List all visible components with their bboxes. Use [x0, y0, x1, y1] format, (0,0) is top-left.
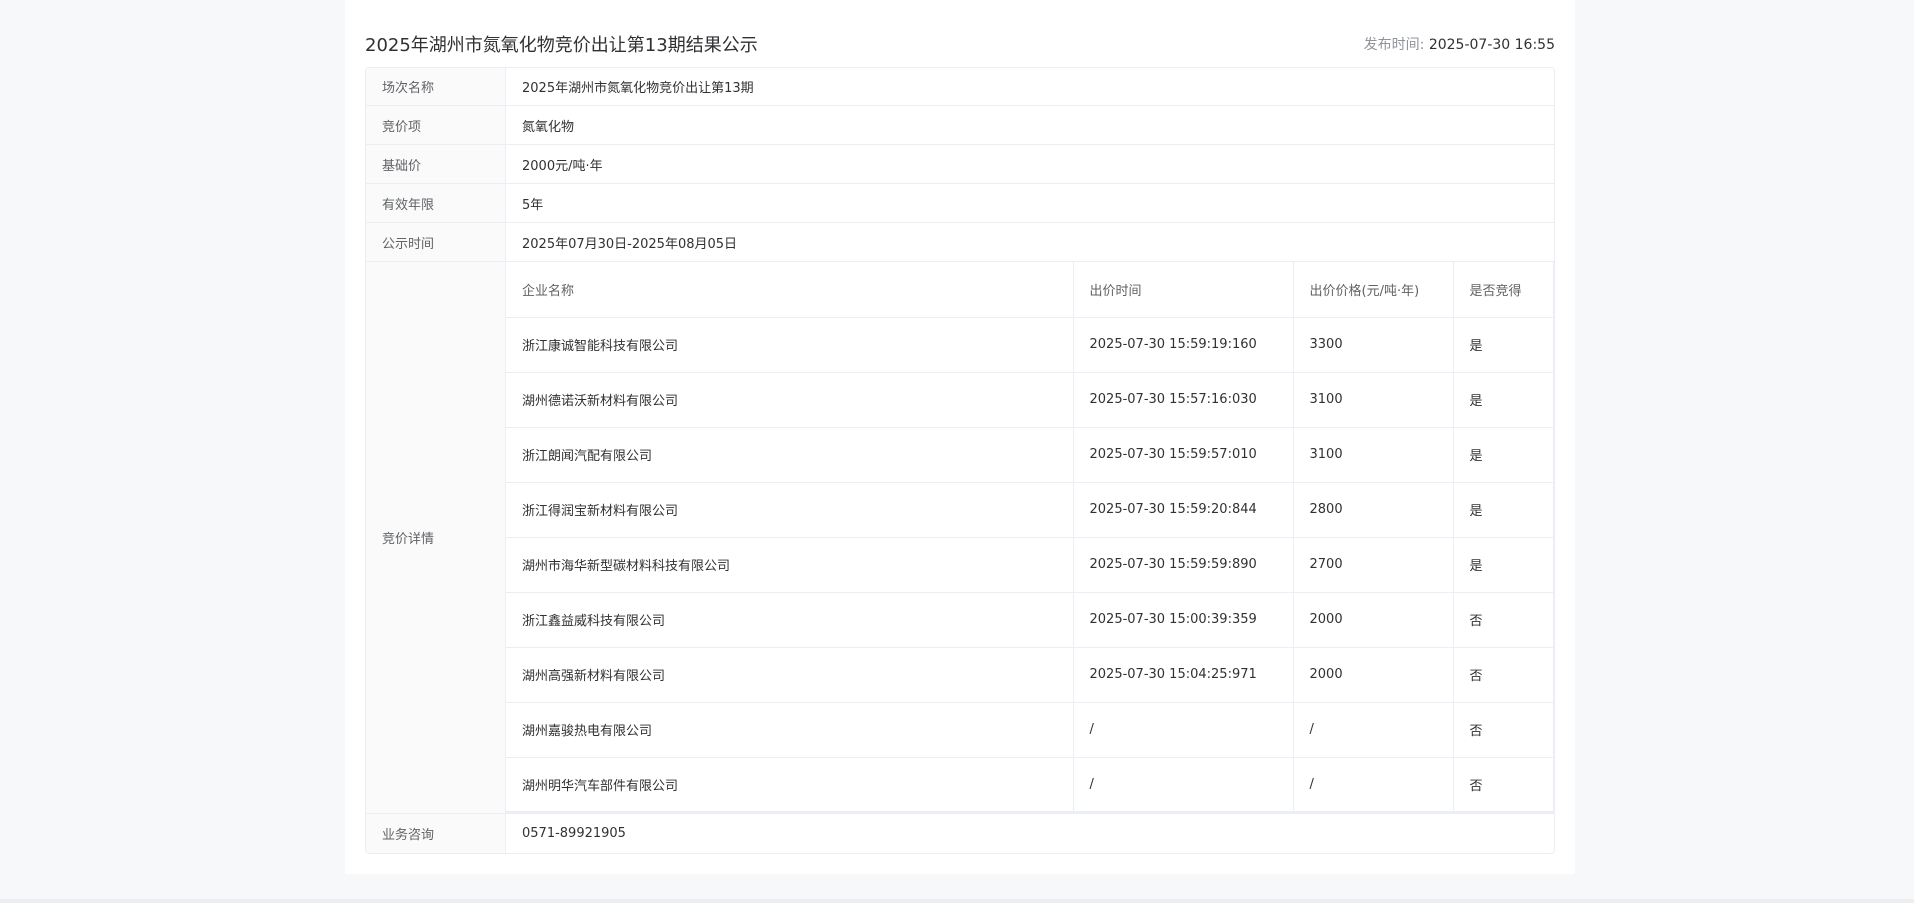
company-name: 湖州市海华新型碳材料科技有限公司: [506, 537, 1074, 593]
won-status: 是: [1453, 537, 1554, 593]
bid-time: 2025-07-30 15:59:59:890: [1073, 537, 1294, 593]
company-name: 湖州嘉骏热电有限公司: [506, 702, 1074, 758]
validity-value: 5年: [522, 197, 544, 213]
publish-info: 发布时间: 2025-07-30 16:55: [1364, 34, 1555, 54]
company-name: 浙江得润宝新材料有限公司: [506, 482, 1074, 538]
session-value: 2025年湖州市氮氧化物竞价出让第13期: [522, 81, 754, 96]
consult-value: 0571-89921905: [522, 826, 626, 841]
base-price-label: 基础价: [366, 145, 506, 183]
bid-details-container: 企业名称 出价时间 出价价格(元/吨·年) 是否竞得 浙江康诚智能科技有限公司 …: [506, 262, 1554, 813]
bid-price: 2000: [1293, 592, 1454, 648]
won-status: 否: [1453, 757, 1554, 813]
bid-table: 企业名称 出价时间 出价价格(元/吨·年) 是否竞得 浙江康诚智能科技有限公司 …: [506, 262, 1554, 813]
bid-price: 2000: [1293, 647, 1454, 703]
row-session: 场次名称 2025年湖州市氮氧化物竞价出让第13期: [366, 68, 1554, 106]
bid-price: 2700: [1293, 537, 1454, 593]
table-row: 浙江康诚智能科技有限公司 2025-07-30 15:59:19:160 330…: [506, 317, 1554, 373]
table-row: 湖州嘉骏热电有限公司 / / 否: [506, 702, 1554, 758]
won-status: 是: [1453, 372, 1554, 428]
validity-label: 有效年限: [366, 184, 506, 222]
page-title: 2025年湖州市氮氧化物竞价出让第13期结果公示: [365, 35, 758, 56]
table-row: 浙江朗闻汽配有限公司 2025-07-30 15:59:57:010 3100 …: [506, 427, 1554, 483]
bid-price: 2800: [1293, 482, 1454, 538]
col-header-won: 是否竞得: [1453, 262, 1554, 318]
footer-divider: [0, 899, 1914, 903]
item-label: 竞价项: [366, 106, 506, 144]
row-consult: 业务咨询 0571-89921905: [366, 814, 1554, 853]
row-validity: 有效年限 5年: [366, 184, 1554, 223]
col-header-company: 企业名称: [506, 262, 1074, 318]
public-period-label: 公示时间: [366, 223, 506, 261]
bid-time: 2025-07-30 15:04:25:971: [1073, 647, 1294, 703]
bid-price: 3100: [1293, 427, 1454, 483]
notice-header: 2025年湖州市氮氧化物竞价出让第13期结果公示 发布时间: 2025-07-3…: [365, 30, 1555, 58]
bid-time: 2025-07-30 15:59:20:844: [1073, 482, 1294, 538]
consult-label: 业务咨询: [366, 814, 506, 853]
col-header-bid-price: 出价价格(元/吨·年): [1293, 262, 1454, 318]
bid-time: /: [1073, 702, 1294, 758]
bid-time: 2025-07-30 15:57:16:030: [1073, 372, 1294, 428]
won-status: 否: [1453, 592, 1554, 648]
won-status: 是: [1453, 427, 1554, 483]
bid-price: /: [1293, 757, 1454, 813]
bid-time: 2025-07-30 15:00:39:359: [1073, 592, 1294, 648]
row-bid-details: 竞价详情 企业名称 出价时间 出价价格(元/吨·年) 是否竞得 浙江康诚智能科技…: [366, 262, 1554, 814]
company-name: 湖州高强新材料有限公司: [506, 647, 1074, 703]
bid-details-label: 竞价详情: [366, 262, 506, 813]
bid-price: /: [1293, 702, 1454, 758]
col-header-bid-time: 出价时间: [1073, 262, 1294, 318]
table-row: 湖州市海华新型碳材料科技有限公司 2025-07-30 15:59:59:890…: [506, 537, 1554, 593]
table-row: 湖州明华汽车部件有限公司 / / 否: [506, 757, 1554, 813]
result-info-table: 场次名称 2025年湖州市氮氧化物竞价出让第13期 竞价项 氮氧化物 基础价 2…: [365, 67, 1555, 854]
bid-table-header-row: 企业名称 出价时间 出价价格(元/吨·年) 是否竞得: [506, 262, 1554, 318]
won-status: 否: [1453, 647, 1554, 703]
table-row: 湖州高强新材料有限公司 2025-07-30 15:04:25:971 2000…: [506, 647, 1554, 703]
notice-panel: 2025年湖州市氮氧化物竞价出让第13期结果公示 发布时间: 2025-07-3…: [345, 0, 1575, 874]
company-name: 浙江康诚智能科技有限公司: [506, 317, 1074, 373]
bid-price: 3300: [1293, 317, 1454, 373]
won-status: 否: [1453, 702, 1554, 758]
item-value: 氮氧化物: [522, 119, 575, 135]
won-status: 是: [1453, 482, 1554, 538]
company-name: 浙江鑫益威科技有限公司: [506, 592, 1074, 648]
row-item: 竞价项 氮氧化物: [366, 106, 1554, 145]
bid-time: 2025-07-30 15:59:19:160: [1073, 317, 1294, 373]
publish-time-label: 发布时间:: [1363, 37, 1425, 53]
table-row: 浙江鑫益威科技有限公司 2025-07-30 15:00:39:359 2000…: [506, 592, 1554, 648]
row-public-period: 公示时间 2025年07月30日-2025年08月05日: [366, 223, 1554, 262]
company-name: 湖州明华汽车部件有限公司: [506, 757, 1074, 813]
table-row: 湖州德诺沃新材料有限公司 2025-07-30 15:57:16:030 310…: [506, 372, 1554, 428]
base-price-value: 2000元/吨·年: [522, 158, 603, 174]
publish-time-value: 2025-07-30 16:55: [1428, 37, 1555, 53]
row-base-price: 基础价 2000元/吨·年: [366, 145, 1554, 184]
company-name: 浙江朗闻汽配有限公司: [506, 427, 1074, 483]
table-row: 浙江得润宝新材料有限公司 2025-07-30 15:59:20:844 280…: [506, 482, 1554, 538]
bid-time: 2025-07-30 15:59:57:010: [1073, 427, 1294, 483]
bid-time: /: [1073, 757, 1294, 813]
session-label: 场次名称: [366, 68, 506, 105]
won-status: 是: [1453, 317, 1554, 373]
company-name: 湖州德诺沃新材料有限公司: [506, 372, 1074, 428]
bid-price: 3100: [1293, 372, 1454, 428]
public-period-value: 2025年07月30日-2025年08月05日: [522, 236, 738, 252]
